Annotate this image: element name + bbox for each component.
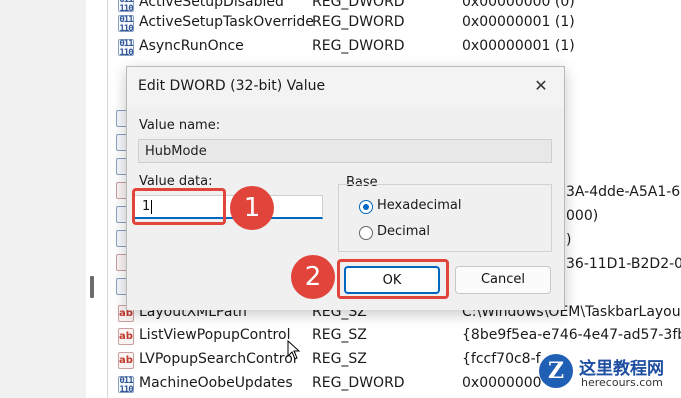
value-name: ListViewPopupControl xyxy=(139,327,291,343)
dword-value-icon: 011 110 xyxy=(118,376,134,395)
value-data: 36-11D1-B2D2-00 xyxy=(566,256,681,272)
value-data: 0x00000001 (1) xyxy=(462,38,575,54)
value-name-field: HubMode xyxy=(138,139,552,163)
dword-value-icon: 011 110 xyxy=(118,0,134,14)
tree-pane xyxy=(0,0,86,398)
radio-decimal[interactable]: Decimal xyxy=(359,224,529,244)
watermark: Z 这里教程网 herecours.com xyxy=(539,352,679,396)
value-data-label: Value data: xyxy=(139,174,213,189)
value-name: ActiveSetupTaskOverride xyxy=(139,14,314,30)
value-type: REG_DWORD xyxy=(312,375,405,391)
value-name: MachineOobeUpdates xyxy=(139,375,293,391)
watermark-logo-icon: Z xyxy=(539,354,573,388)
highlight-value-data xyxy=(132,188,226,225)
value-data: 0x00000000 (0) xyxy=(462,0,575,10)
value-data: 3A-4dde-A5A1-60 xyxy=(566,184,681,200)
dialog-title: Edit DWORD (32-bit) Value xyxy=(138,78,326,94)
radio-unselected-icon xyxy=(359,226,373,240)
registry-row[interactable]: ab ListViewPopupControl REG_SZ {8be9f5ea… xyxy=(116,325,681,349)
radio-selected-icon xyxy=(359,200,373,214)
value-name: LVPopupSearchControl xyxy=(139,351,297,367)
mouse-cursor-icon xyxy=(287,340,301,360)
value-data: 000) xyxy=(566,208,599,224)
value-data: 0x00000001 (1) xyxy=(462,14,575,30)
step-1-badge: 1 xyxy=(230,186,274,230)
dword-value-icon: 011 110 xyxy=(118,15,134,34)
value-name: AsyncRunOnce xyxy=(139,38,244,54)
close-icon[interactable]: ✕ xyxy=(528,73,554,99)
watermark-url: herecours.com xyxy=(581,376,663,389)
pane-splitter-handle[interactable] xyxy=(90,276,94,298)
value-data: {8be9f5ea-e746-4e47-ad57-3fb1 xyxy=(462,327,681,343)
radio-hexadecimal[interactable]: Hexadecimal xyxy=(359,198,529,218)
value-name: ActiveSetupDisabled xyxy=(139,0,284,10)
string-value-icon: ab xyxy=(118,328,134,345)
string-value-icon: ab xyxy=(118,352,134,369)
list-divider xyxy=(107,0,108,398)
dword-value-icon: 011 110 xyxy=(118,39,134,58)
radio-dec-label: Decimal xyxy=(377,224,431,239)
radio-hex-label: Hexadecimal xyxy=(377,198,462,213)
highlight-ok-button xyxy=(337,259,449,299)
value-name-label: Value name: xyxy=(139,118,221,133)
registry-row[interactable]: 011 110 AsyncRunOnce REG_DWORD 0x0000000… xyxy=(116,36,681,60)
value-type: REG_DWORD xyxy=(312,14,405,30)
value-type: REG_DWORD xyxy=(312,0,405,10)
step-2-badge: 2 xyxy=(291,255,335,299)
cancel-button[interactable]: Cancel xyxy=(455,266,551,294)
value-type: REG_SZ xyxy=(312,351,367,367)
registry-row[interactable]: 011 110 ActiveSetupTaskOverride REG_DWOR… xyxy=(116,12,681,36)
value-type: REG_SZ xyxy=(312,327,367,343)
value-data: ) xyxy=(566,232,572,248)
value-data: {fccf70c8-f xyxy=(462,351,541,367)
value-data: 0x0000000 xyxy=(462,375,542,391)
value-type: REG_DWORD xyxy=(312,38,405,54)
